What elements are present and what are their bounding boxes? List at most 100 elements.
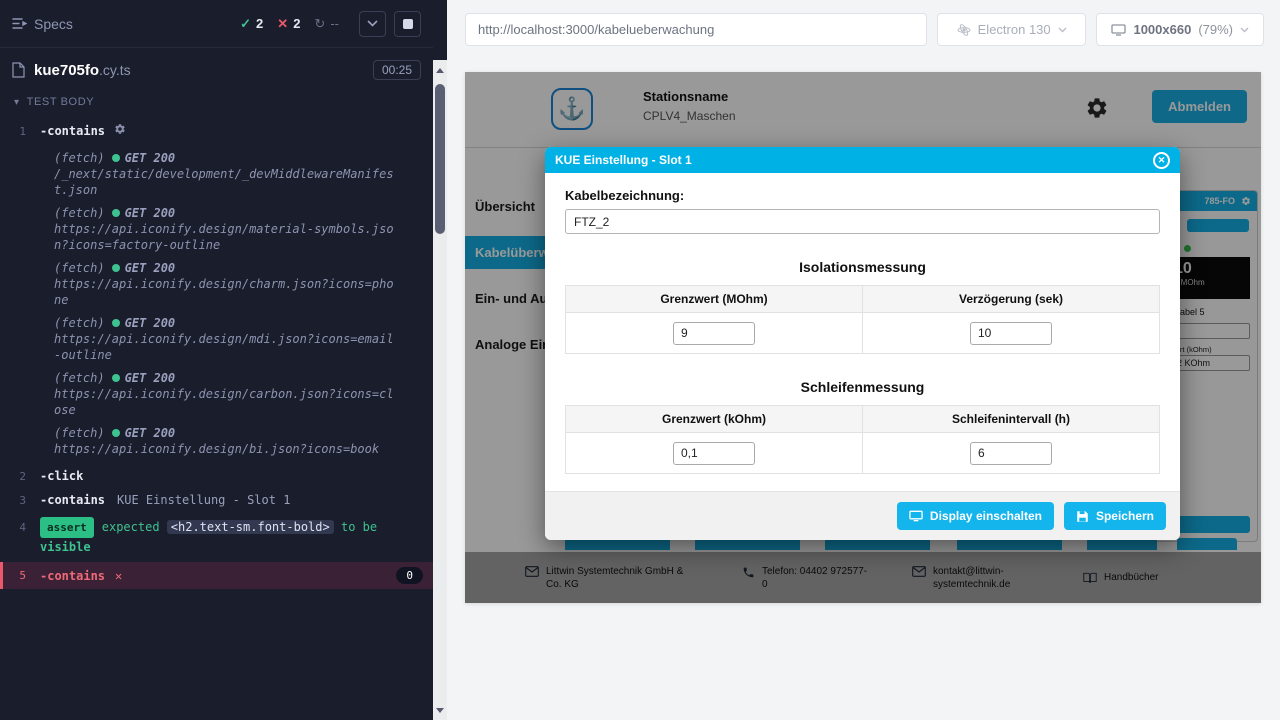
command-number: 4 (0, 521, 40, 534)
status-dot-icon (112, 429, 120, 437)
fetch-log-entry[interactable]: (fetch)GET 200 https://api.iconify.desig… (54, 370, 433, 418)
fail-cross-icon: ✕ (115, 569, 122, 583)
retry-count-badge: 0 (396, 567, 423, 584)
fetch-url: https://api.iconify.design/mdi.json?icon… (54, 331, 394, 363)
command-name: -contains (40, 569, 105, 583)
fetch-status-text: GET 200 (125, 425, 176, 441)
command-number: 3 (0, 494, 40, 507)
command-contains-failed[interactable]: 5 -contains ✕ 0 (0, 562, 433, 589)
fetch-status-text: GET 200 (125, 260, 176, 276)
display-icon (909, 510, 923, 522)
iso-verzoegerung-input[interactable] (970, 322, 1052, 345)
test-stats: ✓2 ✕2 ↻-- (240, 16, 339, 32)
stat-failed[interactable]: ✕2 (277, 16, 300, 32)
status-dot-icon (112, 154, 120, 162)
fetch-status: GET 200 (112, 370, 176, 386)
command-assert[interactable]: 4 assertexpected <h2.text-sm.font-bold> … (0, 512, 433, 562)
viewport-select[interactable]: 1000x660 (79%) (1096, 13, 1264, 46)
fetch-tag: (fetch) (54, 150, 105, 166)
cell-verzoegerung (863, 313, 1160, 354)
assert-message: assertexpected <h2.text-sm.font-bold> to… (40, 517, 390, 557)
command-contains-2[interactable]: 3 -contains KUE Einstellung - Slot 1 (0, 488, 433, 512)
kue-app: ⚓ Stationsname CPLV4_Maschen Abmelden Üb… (465, 72, 1261, 603)
col-verzoegerung: Verzögerung (sek) (863, 286, 1160, 313)
fetch-tag: (fetch) (54, 205, 105, 221)
check-icon: ✓ (240, 16, 251, 32)
loop-heading: Schleifenmessung (565, 379, 1160, 395)
triangle-up-icon (436, 68, 444, 73)
scroll-up-arrow[interactable] (433, 62, 447, 78)
fetch-status-text: GET 200 (125, 315, 176, 331)
specs-label: Specs (34, 16, 73, 32)
display-on-button[interactable]: Display einschalten (897, 502, 1054, 530)
collapse-button[interactable] (359, 11, 386, 37)
fetch-url: https://api.iconify.design/bi.json?icons… (54, 441, 394, 457)
status-dot-icon (112, 374, 120, 382)
specs-button[interactable]: Specs (12, 16, 73, 32)
chevron-down-icon (1058, 27, 1067, 33)
cable-name-input[interactable] (565, 209, 1160, 234)
fetch-status: GET 200 (112, 260, 176, 276)
refresh-icon: ↻ (314, 16, 325, 32)
save-button[interactable]: Speichern (1064, 502, 1166, 530)
close-icon: ✕ (1158, 155, 1166, 166)
cell-intervall (863, 433, 1160, 474)
command-contains-1[interactable]: 1 -contains (0, 118, 433, 143)
loop-intervall-input[interactable] (970, 442, 1052, 465)
scroll-down-arrow[interactable] (433, 702, 447, 718)
modal-title: KUE Einstellung - Slot 1 (555, 153, 692, 167)
modal-close-button[interactable]: ✕ (1153, 152, 1170, 169)
command-name: -contains (40, 124, 105, 138)
aut-toolbar: http://localhost:3000/kabelueberwachung … (447, 0, 1280, 46)
stop-button[interactable] (394, 11, 421, 37)
spec-timer: 00:25 (373, 60, 421, 80)
scrollbar-thumb[interactable] (435, 84, 445, 234)
spec-basename: kue705fo (34, 62, 99, 79)
spec-extension: .cy.ts (99, 62, 131, 78)
fetch-log-entry[interactable]: (fetch) GET 200 https://api.iconify.desig… (54, 205, 433, 253)
failed-count: 2 (293, 16, 300, 31)
test-body-label: TEST BODY (27, 96, 95, 108)
browser-select[interactable]: Electron 130 (937, 13, 1087, 46)
iso-grenzwert-input[interactable] (673, 322, 755, 345)
stop-icon (403, 19, 413, 29)
spec-name[interactable]: kue705fo.cy.ts (34, 62, 131, 79)
fetch-log-entry[interactable]: (fetch)GET 200 https://api.iconify.desig… (54, 260, 433, 308)
test-body-toggle[interactable]: ▾ TEST BODY (0, 88, 433, 114)
triangle-down-icon (436, 708, 444, 713)
stat-passed[interactable]: ✓2 (240, 16, 263, 32)
isolation-table: Grenzwert (MOhm) Verzögerung (sek) (565, 285, 1160, 354)
modal-body: Kabelbezeichnung: Isolationsmessung Gren… (545, 173, 1180, 474)
loop-grenzwert-input[interactable] (673, 442, 755, 465)
fetch-log-entry[interactable]: (fetch)GET 200 https://api.iconify.desig… (54, 315, 433, 363)
command-number: 1 (0, 125, 40, 138)
table-header-row: Grenzwert (kOhm) Schleifenintervall (h) (566, 406, 1160, 433)
assert-badge: assert (40, 517, 94, 538)
chevron-down-icon (1240, 27, 1249, 33)
col-schleifenintervall: Schleifenintervall (h) (863, 406, 1160, 433)
fetch-status: GET 200 (112, 315, 176, 331)
assert-text-bold: visible (40, 540, 91, 554)
cypress-reporter: Specs ✓2 ✕2 ↻-- kue705fo.cy.ts 00:25 ▾ T… (0, 0, 447, 720)
aut-iframe: ⚓ Stationsname CPLV4_Maschen Abmelden Üb… (465, 72, 1261, 603)
fetch-status: GET 200 (112, 205, 176, 221)
fetch-status-text: GET 200 (125, 150, 176, 166)
col-grenzwert-kohm: Grenzwert (kOhm) (566, 406, 863, 433)
command-click[interactable]: 2 -click (0, 464, 433, 488)
save-label: Speichern (1096, 509, 1154, 523)
fetch-url: https://api.iconify.design/material-symb… (54, 221, 394, 253)
fetch-log-entry[interactable]: (fetch) GET 200 /_next/static/development… (54, 150, 433, 198)
cell-grenzwert (566, 433, 863, 474)
url-input[interactable]: http://localhost:3000/kabelueberwachung (465, 13, 927, 46)
assert-text: to be (341, 520, 377, 534)
fetch-log-entry[interactable]: (fetch)GET 200 https://api.iconify.desig… (54, 425, 433, 457)
command-number: 2 (0, 470, 40, 483)
fetch-status: GET 200 (112, 150, 176, 166)
fetch-url: /_next/static/development/_devMiddleware… (54, 166, 394, 198)
reporter-header: Specs ✓2 ✕2 ↻-- (0, 0, 433, 48)
loop-table: Grenzwert (kOhm) Schleifenintervall (h) (565, 405, 1160, 474)
caret-down-icon: ▾ (14, 97, 20, 108)
file-icon (12, 62, 25, 78)
stat-pending[interactable]: ↻-- (314, 16, 339, 32)
reporter-scrollbar[interactable] (433, 60, 447, 720)
